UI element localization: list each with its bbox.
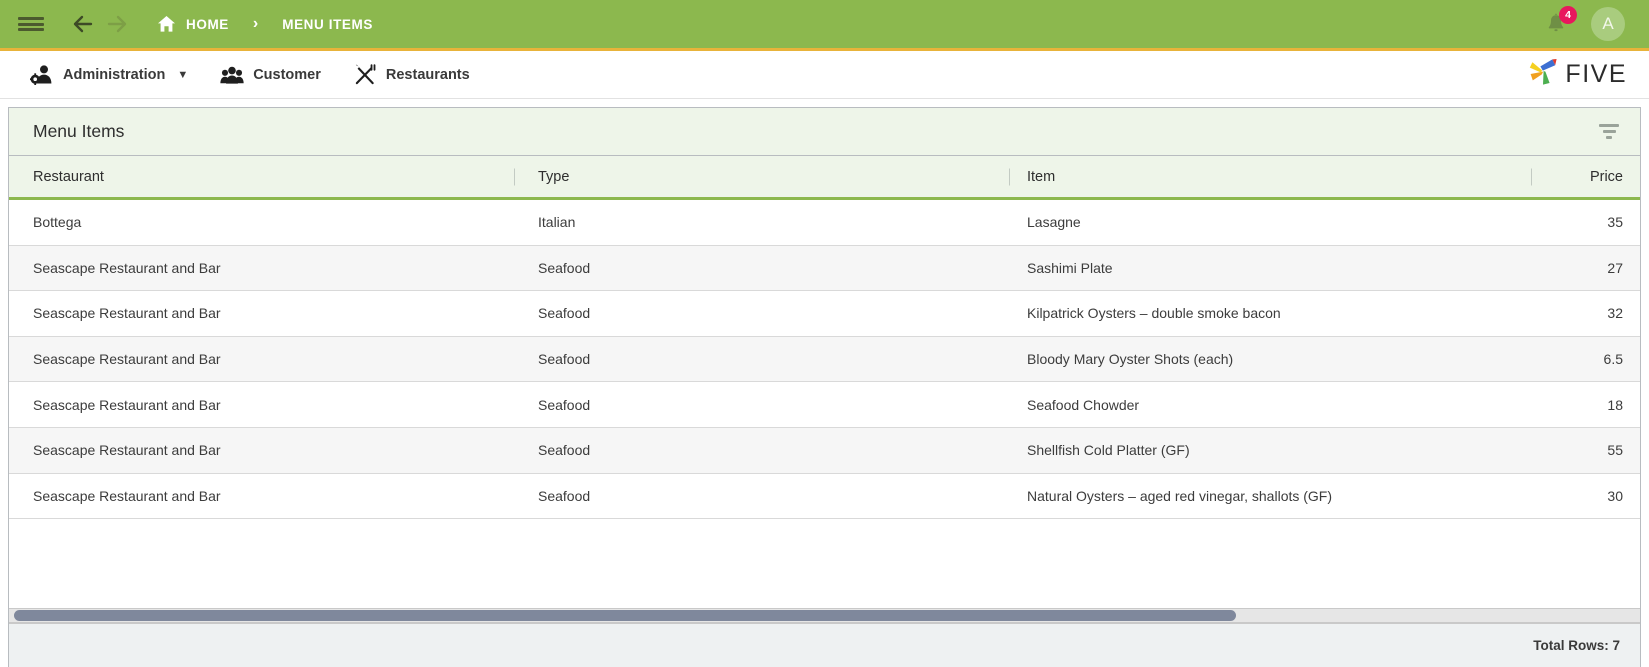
people-group-icon <box>220 64 244 86</box>
breadcrumb-current-page: MENU ITEMS <box>282 16 373 32</box>
column-header-type[interactable]: Type <box>514 156 1009 197</box>
grid-body: Bottega Italian Lasagne 35 Seascape Rest… <box>9 200 1640 608</box>
table-row[interactable]: Bottega Italian Lasagne 35 <box>9 200 1640 246</box>
hamburger-bar <box>18 17 44 20</box>
nav-item-customer[interactable]: Customer <box>204 51 337 98</box>
top-app-bar: HOME › MENU ITEMS 4 A <box>0 0 1649 51</box>
cell-restaurant: Seascape Restaurant and Bar <box>33 259 221 276</box>
user-avatar[interactable]: A <box>1591 7 1625 41</box>
five-brand-text: FIVE <box>1565 60 1627 88</box>
cell-item: Lasagne <box>1027 214 1081 231</box>
nav-item-restaurants-label: Restaurants <box>385 66 470 83</box>
cell-restaurant: Seascape Restaurant and Bar <box>33 396 221 413</box>
table-row[interactable]: Seascape Restaurant and Bar Seafood Natu… <box>9 473 1640 520</box>
column-header-price[interactable]: Price <box>1531 156 1640 197</box>
forward-arrow-icon[interactable] <box>100 7 134 41</box>
cell-price: 32 <box>1607 305 1623 322</box>
menu-items-grid: Restaurant Type Item Price Bottega Itali… <box>9 156 1640 667</box>
table-row[interactable]: Seascape Restaurant and Bar Seafood Kilp… <box>9 291 1640 337</box>
breadcrumb-separator-icon: › <box>252 15 259 32</box>
cell-type: Italian <box>538 214 576 231</box>
secondary-nav-bar: Administration ▼ Customer Restaurants FI… <box>0 51 1649 99</box>
horizontal-scrollbar[interactable] <box>9 608 1640 623</box>
nav-item-administration[interactable]: Administration ▼ <box>14 51 204 98</box>
nav-item-restaurants[interactable]: Restaurants <box>337 51 486 98</box>
five-brand-logo: FIVE <box>1528 57 1649 92</box>
filter-bar <box>1599 124 1619 127</box>
page-content: Menu Items Restaurant Type Item Price Bo… <box>0 99 1649 667</box>
grid-footer: Total Rows: 7 <box>9 623 1640 667</box>
cell-type: Seafood <box>538 259 591 276</box>
cell-price: 30 <box>1607 487 1623 504</box>
nav-item-administration-label: Administration <box>63 66 166 83</box>
cell-type: Seafood <box>538 305 591 322</box>
filter-icon[interactable] <box>1594 117 1624 147</box>
table-row[interactable]: Seascape Restaurant and Bar Seafood Bloo… <box>9 336 1640 383</box>
table-row[interactable]: Seascape Restaurant and Bar Seafood Seaf… <box>9 382 1640 428</box>
cell-item: Shellfish Cold Platter (GF) <box>1027 442 1190 459</box>
cell-type: Seafood <box>538 396 591 413</box>
cell-type: Seafood <box>538 487 591 504</box>
cell-price: 6.5 <box>1603 351 1623 368</box>
cell-restaurant: Seascape Restaurant and Bar <box>33 305 221 322</box>
fork-knife-icon <box>353 64 377 86</box>
filter-bar <box>1606 136 1612 139</box>
home-icon[interactable] <box>156 14 176 34</box>
cell-item: Kilpatrick Oysters – double smoke bacon <box>1027 305 1281 322</box>
cell-price: 27 <box>1607 259 1623 276</box>
cell-item: Seafood Chowder <box>1027 396 1140 413</box>
notifications-button[interactable]: 4 <box>1543 6 1577 39</box>
cell-item: Sashimi Plate <box>1027 259 1113 276</box>
chevron-down-icon: ▼ <box>177 68 189 81</box>
menu-items-panel: Menu Items Restaurant Type Item Price Bo… <box>8 107 1641 667</box>
cell-item: Bloody Mary Oyster Shots (each) <box>1027 351 1234 368</box>
cell-restaurant: Seascape Restaurant and Bar <box>33 351 221 368</box>
grid-header-row: Restaurant Type Item Price <box>9 156 1640 200</box>
cell-price: 35 <box>1607 214 1623 231</box>
breadcrumb-home-link[interactable]: HOME <box>186 17 229 32</box>
table-row[interactable]: Seascape Restaurant and Bar Seafood Shel… <box>9 427 1640 474</box>
cell-restaurant: Seascape Restaurant and Bar <box>33 487 221 504</box>
back-arrow-icon[interactable] <box>66 7 100 41</box>
hamburger-bar <box>18 28 44 31</box>
top-bar-actions: 4 A <box>1543 6 1629 41</box>
admin-user-gear-icon <box>30 64 54 86</box>
cell-price: 18 <box>1607 396 1623 413</box>
cell-restaurant: Seascape Restaurant and Bar <box>33 442 221 459</box>
five-pinwheel-logo-icon <box>1528 57 1558 92</box>
cell-item: Natural Oysters – aged red vinegar, shal… <box>1027 487 1333 504</box>
cell-price: 55 <box>1607 442 1623 459</box>
cell-type: Seafood <box>538 442 591 459</box>
total-rows-label: Total Rows: 7 <box>1533 638 1620 653</box>
filter-bar <box>1602 130 1616 133</box>
cell-restaurant: Bottega <box>33 214 82 231</box>
cell-type: Seafood <box>538 351 591 368</box>
column-header-item[interactable]: Item <box>1009 156 1531 197</box>
panel-header: Menu Items <box>9 108 1640 156</box>
hamburger-bar <box>18 22 44 26</box>
column-header-restaurant[interactable]: Restaurant <box>9 156 514 197</box>
notification-count-badge: 4 <box>1559 6 1577 24</box>
breadcrumb: HOME › MENU ITEMS <box>156 14 373 34</box>
page-title: Menu Items <box>33 121 125 141</box>
scrollbar-thumb[interactable] <box>14 610 1236 621</box>
nav-item-customer-label: Customer <box>253 66 321 83</box>
table-row[interactable]: Seascape Restaurant and Bar Seafood Sash… <box>9 245 1640 292</box>
hamburger-menu-icon[interactable] <box>18 14 44 34</box>
